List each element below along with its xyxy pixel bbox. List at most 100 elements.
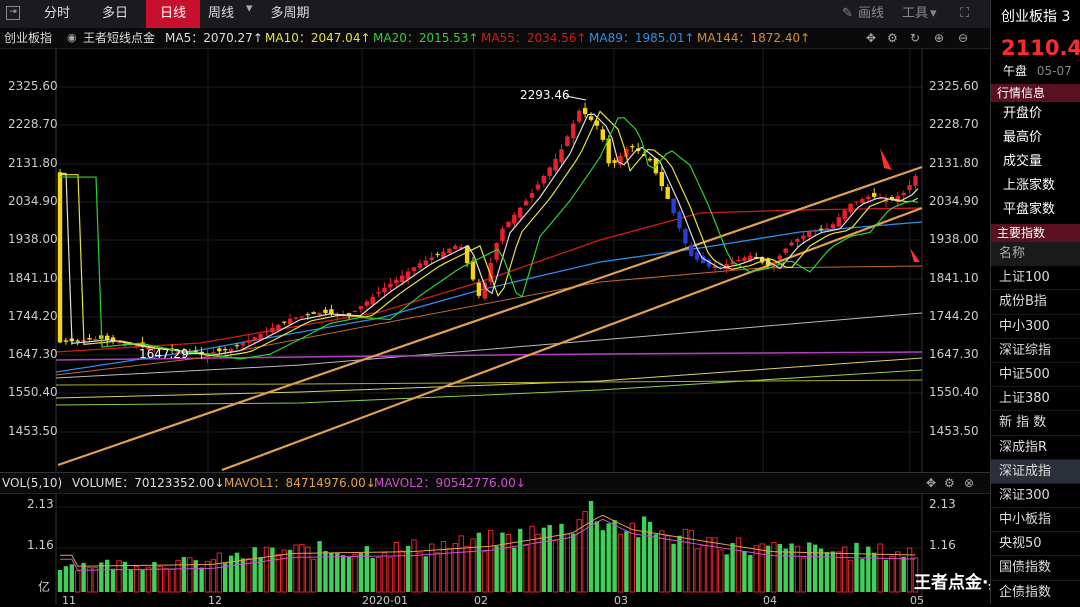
price-candle	[647, 158, 653, 161]
price-candle	[217, 348, 222, 352]
volume-bar	[99, 562, 104, 592]
quote-header[interactable]: 行情信息	[991, 84, 1080, 102]
index-list-item[interactable]: 新 指 数	[991, 411, 1080, 436]
price-candle	[352, 310, 358, 312]
ma55-value: MA55：2034.56↑	[481, 31, 587, 45]
add-icon[interactable]: ⊕	[934, 28, 944, 48]
volume-bar	[824, 552, 830, 592]
price-tick-label: 1453.50	[929, 424, 979, 438]
index-list-item[interactable]: 中小300	[991, 315, 1080, 339]
volume-bar	[446, 548, 453, 593]
volume-bar	[199, 567, 204, 592]
volume-bar	[458, 535, 464, 593]
tools-button[interactable]: 工具	[902, 0, 928, 28]
volume-bar	[140, 569, 145, 592]
volume-chart[interactable]	[0, 493, 990, 604]
indicator-bar: 创业板指 ◉ 王者短线点金 MA5：2070.27↑ MA10：2047.04↑…	[0, 28, 990, 49]
price-candle	[777, 255, 782, 260]
volume-bar	[281, 549, 287, 593]
high-annotation: 2293.46	[520, 88, 570, 102]
panel-price: 2110.4	[1001, 36, 1080, 60]
volume-bar	[75, 570, 81, 593]
volume-bar	[653, 534, 659, 592]
volume-bar	[818, 548, 824, 592]
price-candle	[116, 342, 122, 344]
price-chart[interactable]	[0, 49, 990, 472]
index-list-item[interactable]: 中证500	[991, 363, 1080, 388]
price-candle	[742, 257, 747, 261]
volume-bar	[57, 569, 63, 592]
volume-bar	[287, 549, 293, 592]
volume-bar	[588, 500, 594, 592]
index-list-item[interactable]: 央视50	[991, 532, 1080, 557]
volume-indicator-bar: VOL(5,10) VOLUME：70123352.00↓ MAVOL1：847…	[0, 472, 990, 494]
volume-bar	[228, 555, 234, 592]
expand-icon[interactable]: ✥	[866, 28, 876, 48]
index-list-item[interactable]: 中小板指	[991, 508, 1080, 533]
date-tick-label: 11	[62, 594, 76, 607]
volume-title[interactable]: VOL(5,10)	[2, 473, 62, 493]
index-list-item[interactable]: 深证综指	[991, 339, 1080, 363]
index-list-item[interactable]: 深证成指	[991, 459, 1080, 484]
index-list-item[interactable]: 深证300	[991, 484, 1080, 509]
volume-bar	[134, 565, 140, 593]
index-list-item[interactable]: 上证380	[991, 387, 1080, 412]
ma5-value: MA5：2070.27↑	[165, 31, 263, 45]
price-tick-label: 2034.90	[8, 194, 58, 208]
volume-bar	[529, 525, 535, 593]
volume-axis-max: 2.13	[27, 497, 54, 511]
volume-bar	[582, 511, 588, 593]
ma-long-line	[55, 369, 923, 406]
price-candle	[305, 314, 310, 316]
price-tick-label: 2131.80	[929, 156, 979, 170]
volume-bar	[234, 552, 240, 592]
fullscreen-icon[interactable]: ⛶	[960, 0, 969, 28]
price-candle	[500, 228, 505, 242]
price-candle	[541, 176, 546, 184]
indicator-name-label[interactable]: 王者短线点金	[83, 28, 155, 48]
price-candle	[860, 199, 865, 204]
expand-icon[interactable]: ✥	[926, 473, 936, 493]
index-list-item[interactable]: 企债指数	[991, 581, 1080, 604]
index-list-item[interactable]: 深成指R	[991, 436, 1080, 460]
price-candle	[683, 228, 688, 244]
gear-icon[interactable]: ⚙	[944, 473, 955, 493]
price-candle	[630, 146, 635, 148]
volume-bar	[145, 566, 152, 593]
index-header[interactable]: 主要指数	[991, 224, 1080, 242]
pencil-icon: ✎	[842, 6, 853, 21]
volume-axis-max-right: 2.13	[929, 497, 956, 511]
volume-bar	[494, 546, 499, 592]
price-candle	[464, 245, 470, 264]
tab-daily[interactable]: 日线	[146, 0, 200, 28]
remove-icon[interactable]: ⊖	[958, 28, 968, 48]
chevron-down-icon[interactable]: ▾	[246, 1, 253, 16]
price-candle	[512, 214, 517, 224]
volume-bar	[81, 562, 86, 592]
volume-bar	[794, 545, 801, 593]
price-candle	[276, 324, 281, 331]
settings-dot-icon[interactable]: ◉	[67, 28, 77, 48]
exit-icon[interactable]: ⇥	[6, 6, 20, 20]
chevron-down-icon[interactable]: ▾	[930, 0, 937, 28]
tab-multi-period[interactable]: 多周期	[264, 0, 316, 28]
tab-weekly[interactable]: 周线	[202, 0, 240, 28]
index-list-item[interactable]: 国债指数	[991, 556, 1080, 581]
price-tick-label: 1938.00	[929, 232, 979, 246]
volume-bar	[399, 550, 405, 593]
index-list-item[interactable]: 上证100	[991, 266, 1080, 291]
volume-bar	[293, 544, 299, 593]
refresh-icon[interactable]: ↻	[910, 28, 920, 48]
tab-intraday[interactable]: 分时	[30, 0, 84, 28]
date-tick-label: 12	[208, 594, 222, 607]
price-candle	[848, 203, 853, 213]
index-list-item[interactable]: 成份B指	[991, 290, 1080, 315]
gear-icon[interactable]: ⚙	[887, 28, 898, 48]
volume-bar	[423, 556, 428, 592]
index-column-header: 名称	[991, 242, 1080, 267]
close-icon[interactable]: ⊗	[964, 473, 974, 493]
draw-line-button[interactable]: 画线	[858, 0, 884, 28]
ma-long-line	[55, 312, 923, 379]
tab-multi-day[interactable]: 多日	[88, 0, 142, 28]
volume-bar	[387, 557, 394, 593]
